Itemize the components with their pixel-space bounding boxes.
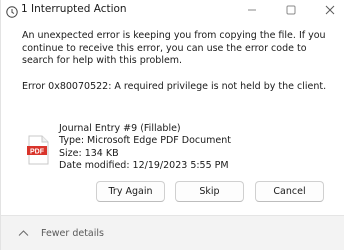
file-type: Type: Microsoft Edge PDF Document — [59, 135, 231, 147]
cancel-button[interactable]: Cancel — [255, 181, 324, 202]
file-size: Size: 134 KB — [59, 147, 119, 159]
minimize-icon — [248, 9, 256, 11]
maximize-icon — [286, 5, 296, 15]
fewer-details-label: Fewer details — [41, 227, 104, 239]
pdf-file-icon: PDF — [27, 135, 49, 165]
close-button[interactable] — [311, 0, 344, 20]
chevron-up-icon — [18, 230, 29, 236]
fewer-details-toggle[interactable]: Fewer details — [18, 225, 104, 241]
maximize-button[interactable] — [272, 0, 310, 20]
window-title: 1 Interrupted Action — [21, 3, 127, 15]
file-operation-dialog: 1 Interrupted Action An unexpected error… — [0, 0, 344, 250]
title-bar[interactable]: 1 Interrupted Action — [1, 0, 344, 22]
clock-icon — [6, 3, 18, 18]
error-description: An unexpected error is keeping you from … — [22, 30, 326, 66]
try-again-button[interactable]: Try Again — [96, 181, 165, 202]
skip-button[interactable]: Skip — [175, 181, 244, 202]
error-code-text: Error 0x80070522: A required privilege i… — [22, 81, 327, 92]
file-date-modified: Date modified: 12/19/2023 5:55 PM — [59, 160, 229, 172]
file-name: Journal Entry #9 (Fillable) — [59, 123, 181, 134]
pdf-icon-label: PDF — [30, 148, 45, 155]
file-details: Journal Entry #9 (Fillable) Type: Micros… — [59, 123, 231, 173]
close-icon — [325, 5, 335, 15]
details-footer: Fewer details — [1, 215, 344, 250]
minimize-button[interactable] — [233, 0, 271, 20]
